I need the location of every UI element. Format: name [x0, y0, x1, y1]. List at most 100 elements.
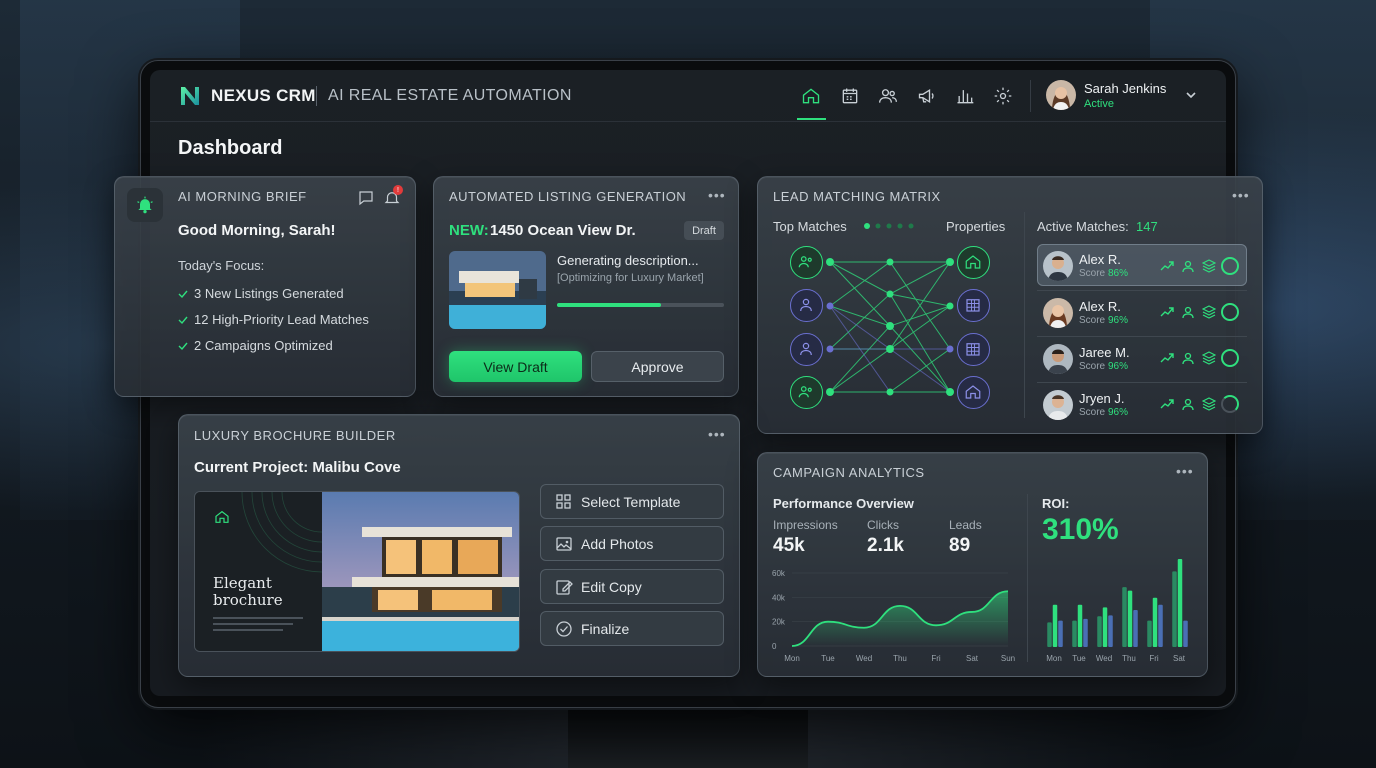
button-label: Edit Copy — [581, 578, 642, 595]
focus-item: 2 Campaigns Optimized — [194, 338, 333, 353]
lead-node[interactable] — [790, 333, 823, 366]
x-tick-label: Tue — [1072, 654, 1086, 663]
chat-icon[interactable] — [357, 189, 375, 207]
bar — [1108, 615, 1113, 647]
bar — [1077, 604, 1083, 647]
y-tick-label: 40k — [772, 593, 786, 602]
more-options-icon[interactable]: ••• — [708, 427, 726, 441]
layers-icon — [1202, 259, 1216, 273]
brochure-heading: Elegant — [213, 574, 272, 592]
new-prefix: NEW: — [449, 222, 489, 239]
add-photos-button[interactable]: Add Photos — [540, 526, 724, 561]
nav-calendar-icon[interactable] — [838, 84, 862, 108]
x-tick-label: Wed — [1096, 654, 1112, 663]
bar — [1177, 559, 1183, 647]
bell-badge — [127, 188, 163, 222]
brochure-preview[interactable]: Elegant brochure — [194, 491, 520, 652]
lead-score: 96% — [1108, 361, 1129, 372]
more-options-icon[interactable]: ••• — [1232, 188, 1250, 202]
x-tick-label: Thu — [893, 654, 907, 663]
lead-node[interactable] — [790, 376, 823, 409]
users-icon — [1182, 260, 1194, 273]
y-tick-label: 20k — [772, 618, 786, 627]
stat-value: 45k — [773, 535, 805, 556]
bell-icon — [137, 196, 153, 214]
bar — [1102, 607, 1108, 647]
bar — [1052, 604, 1058, 647]
card-title: CAMPAIGN ANALYTICS — [773, 465, 925, 480]
placeholder-line — [213, 629, 283, 631]
edit-copy-button[interactable]: Edit Copy — [540, 569, 724, 604]
x-tick-label: Tue — [821, 654, 835, 663]
active-matches-label: Active Matches: — [1037, 219, 1129, 234]
nav-home-icon[interactable] — [799, 84, 823, 108]
match-ring — [1221, 257, 1239, 275]
view-draft-button[interactable]: View Draft — [449, 351, 582, 382]
building-icon — [966, 343, 980, 356]
approve-button[interactable]: Approve — [591, 351, 724, 382]
stat-label: Impressions — [773, 518, 838, 532]
lead-avatar — [1043, 251, 1073, 281]
bar — [1152, 597, 1158, 647]
card-title: LUXURY BROCHURE BUILDER — [194, 428, 396, 443]
property-node[interactable] — [957, 333, 990, 366]
y-tick-label: 0 — [772, 642, 777, 651]
lead-name: Jaree M. — [1079, 345, 1130, 360]
x-tick-label: Sun — [1001, 654, 1015, 663]
bar — [1147, 620, 1152, 647]
focus-label: Today's Focus: — [178, 258, 265, 273]
more-options-icon[interactable]: ••• — [708, 188, 726, 202]
brochure-cover: Elegant brochure — [195, 492, 322, 651]
lead-avatar — [1043, 298, 1073, 328]
nav-gear-icon[interactable] — [991, 84, 1015, 108]
nexus-logo-icon — [181, 87, 199, 105]
placeholder-line — [213, 617, 303, 619]
generation-substatus: [Optimizing for Luxury Market] — [557, 272, 704, 284]
nav-users-icon[interactable] — [876, 84, 900, 108]
check-icon — [178, 290, 188, 299]
x-tick-label: Sat — [966, 654, 979, 663]
y-tick-label: 60k — [772, 569, 786, 578]
lead-name: Alex R. — [1079, 252, 1121, 267]
lead-name: Jryen J. — [1079, 391, 1125, 406]
progress-track — [557, 303, 724, 307]
brand-name: NEXUS CRM — [211, 86, 316, 105]
trend-up-icon — [1160, 399, 1174, 409]
lead-node[interactable] — [790, 289, 823, 322]
button-label: Finalize — [581, 620, 630, 637]
lead-avatar — [1043, 344, 1073, 374]
layers-icon — [1202, 305, 1216, 319]
card-title: AI MORNING BRIEF — [178, 189, 307, 204]
bar — [1047, 622, 1052, 647]
stat-label: Clicks — [867, 518, 899, 532]
draft-badge: Draft — [684, 221, 724, 240]
more-options-icon[interactable]: ••• — [1176, 464, 1194, 478]
property-node[interactable] — [957, 246, 990, 279]
button-label: Add Photos — [581, 535, 654, 552]
chevron-down-icon[interactable] — [1184, 88, 1198, 102]
select-template-button[interactable]: Select Template — [540, 484, 724, 519]
lead-score: 96% — [1108, 407, 1129, 418]
pager-dots[interactable] — [862, 221, 918, 231]
bar — [1072, 620, 1077, 647]
roi-value: 310% — [1042, 513, 1119, 546]
lead-node[interactable] — [790, 246, 823, 279]
bar — [1133, 610, 1138, 647]
check-icon — [178, 342, 188, 351]
finalize-button[interactable]: Finalize — [540, 611, 724, 646]
listing-photo[interactable] — [449, 251, 546, 329]
current-project: Current Project: Malibu Cove — [194, 459, 401, 476]
generation-status: Generating description... — [557, 253, 699, 268]
property-node[interactable] — [957, 376, 990, 409]
users-icon — [798, 256, 812, 268]
nav-bar-chart-icon[interactable] — [953, 84, 977, 108]
nav-megaphone-icon[interactable] — [915, 84, 939, 108]
trend-up-icon — [1160, 261, 1174, 271]
user-avatar[interactable] — [1046, 80, 1076, 110]
layers-icon — [1202, 351, 1216, 365]
card-title: LEAD MATCHING MATRIX — [773, 189, 941, 204]
bar — [1183, 620, 1188, 647]
x-tick-label: Sat — [1173, 654, 1186, 663]
stat-value: 89 — [949, 535, 971, 556]
property-node[interactable] — [957, 289, 990, 322]
